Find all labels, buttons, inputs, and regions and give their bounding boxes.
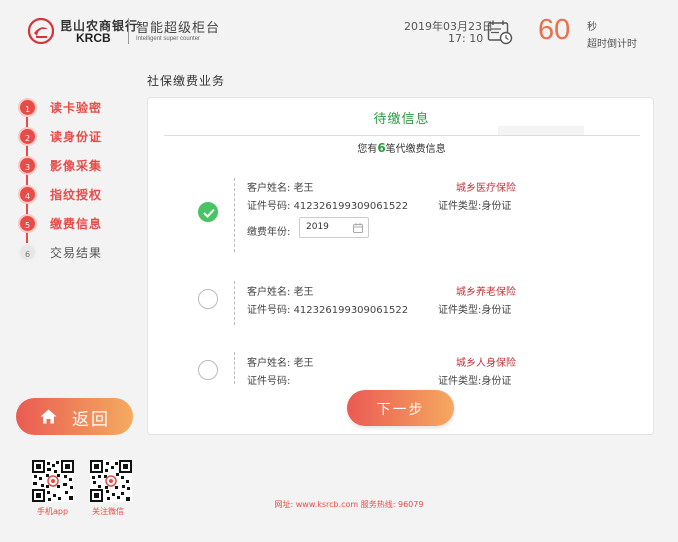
customer-name: 老王 <box>293 183 314 194</box>
step-6: 6 交易结果 <box>14 241 134 267</box>
header: 昆山农商银行 KRCB 智能超级柜台 Intelligent super cou… <box>0 0 678 66</box>
item-checkbox[interactable] <box>198 360 218 380</box>
system-name-en: Intelligent super counter <box>136 36 201 42</box>
id-number: 412326199309061522 <box>293 201 409 212</box>
footer-contact: 网址: www.ksrcb.com 服务热线: 96079 <box>274 500 424 509</box>
customer-name-row: 客户姓名: 老王 <box>247 183 314 194</box>
panel-divider <box>164 135 640 136</box>
countdown-label: 超时倒计时 <box>587 39 637 50</box>
summary-prefix: 您有 <box>357 144 378 155</box>
payment-item[interactable]: 客户姓名: 老王 城乡医疗保险 证件号码: 412326199309061522… <box>148 176 655 266</box>
summary-count: 6 <box>377 141 386 155</box>
customer-name: 老王 <box>293 287 314 298</box>
id-type-row: 证件类型:身份证 <box>438 376 512 387</box>
next-step-button[interactable]: 下一步 <box>347 390 454 426</box>
id-number-row: 证件号码: 412326199309061522 <box>247 201 409 212</box>
payment-year-label: 缴费年份: <box>247 227 291 238</box>
step-number: 2 <box>18 127 37 146</box>
customer-name-row: 客户姓名: 老王 <box>247 358 314 369</box>
pending-payments-panel: 待缴信息 您有6笔代缴费信息 客户姓名: 老王 城乡医疗保险 证件号码: 412… <box>147 97 654 435</box>
item-dashed-divider <box>234 352 235 384</box>
item-dashed-divider <box>234 178 235 252</box>
countdown-unit: 秒 <box>587 22 597 33</box>
payment-year-value: 2019 <box>306 222 329 232</box>
step-number: 3 <box>18 156 37 175</box>
step-label: 读卡验密 <box>50 101 103 115</box>
next-step-label: 下一步 <box>376 402 425 418</box>
step-label: 指纹授权 <box>50 188 103 202</box>
calendar-icon[interactable] <box>353 223 363 233</box>
step-label: 读身份证 <box>50 130 103 144</box>
step-4: 4 指纹授权 <box>14 183 134 209</box>
step-5: 5 缴费信息 <box>14 212 134 238</box>
id-type: 身份证 <box>481 201 512 212</box>
id-number: 412326199309061522 <box>293 305 409 316</box>
id-type-row: 证件类型:身份证 <box>438 201 512 212</box>
payment-year-input[interactable]: 2019 <box>299 217 369 238</box>
id-number-row: 证件号码: <box>247 376 291 387</box>
step-number: 4 <box>18 185 37 204</box>
current-time: 17: 10 <box>448 32 484 45</box>
logo-divider <box>128 18 129 44</box>
qr-code-app-icon <box>32 460 74 502</box>
step-number: 6 <box>18 243 37 262</box>
customer-name-row: 客户姓名: 老王 <box>247 287 314 298</box>
item-checkbox-checked[interactable] <box>198 202 218 222</box>
step-number: 1 <box>18 98 37 117</box>
panel-title: 待缴信息 <box>373 112 430 127</box>
home-icon <box>40 409 57 424</box>
back-button-label: 返回 <box>72 410 110 430</box>
bank-logo-icon <box>28 18 54 44</box>
step-number: 5 <box>18 214 37 233</box>
id-type: 身份证 <box>481 305 512 316</box>
step-1: 1 读卡验密 <box>14 96 134 122</box>
id-type: 身份证 <box>481 376 512 387</box>
insurance-type: 城乡养老保险 <box>456 287 516 298</box>
item-checkbox[interactable] <box>198 289 218 309</box>
step-3: 3 影像采集 <box>14 154 134 180</box>
id-type-row: 证件类型:身份证 <box>438 305 512 316</box>
pending-summary: 您有6笔代缴费信息 <box>148 140 655 155</box>
insurance-type: 城乡人身保险 <box>456 358 516 369</box>
page-title: 社保缴费业务 <box>147 74 226 88</box>
item-dashed-divider <box>234 281 235 325</box>
id-number-row: 证件号码: 412326199309061522 <box>247 305 409 316</box>
insurance-type: 城乡医疗保险 <box>456 183 516 194</box>
step-label: 影像采集 <box>50 159 103 173</box>
qr-code-wechat-icon <box>90 460 132 502</box>
calendar-clock-icon <box>487 20 513 45</box>
check-icon <box>203 208 215 218</box>
summary-suffix: 笔代缴费信息 <box>385 144 446 155</box>
step-label: 缴费信息 <box>50 217 103 231</box>
step-2: 2 读身份证 <box>14 125 134 151</box>
step-label: 交易结果 <box>50 246 103 260</box>
bank-name-en: KRCB <box>76 31 111 45</box>
system-name: 智能超级柜台 <box>136 21 221 36</box>
customer-name: 老王 <box>293 358 314 369</box>
back-button[interactable]: 返回 <box>16 398 133 435</box>
countdown-value: 60 <box>538 14 571 46</box>
